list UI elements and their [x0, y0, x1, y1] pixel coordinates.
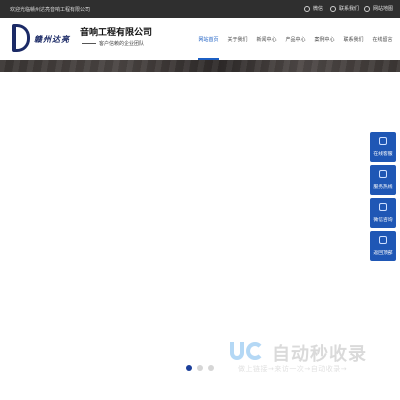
side-button-label: 在线客服 — [373, 152, 393, 157]
watermark: 自动秒收录 做上链接→来访一次→自动收录→ — [228, 340, 398, 380]
site-header: 赣州达亮 音响工程有限公司 客户信赖的企业团队 网站首页 关于我们 新闻中心 产… — [0, 18, 400, 60]
floating-side-panel: 在线客服 服务热线 微信咨询 返回顶部 — [370, 132, 396, 261]
main-nav: 网站首页 关于我们 新闻中心 产品中心 案例中心 联系我们 在线留言 — [194, 18, 397, 60]
phone-icon — [379, 170, 387, 178]
top-bar: 欢迎光临赣州达亮音响工程有限公司 微信 联系我们 网站地图 — [0, 0, 400, 18]
topbar-link-wechat[interactable]: 微信 — [304, 5, 323, 12]
slogan-divider — [82, 43, 96, 44]
slogan: 客户信赖的企业团队 — [99, 41, 145, 47]
phone-icon — [330, 5, 336, 12]
company-name: 音响工程有限公司 — [80, 28, 153, 38]
slider-dot[interactable] — [208, 365, 214, 371]
side-button-hotline[interactable]: 服务热线 — [370, 165, 396, 195]
side-button-back-to-top[interactable]: 返回顶部 — [370, 231, 396, 261]
topbar-link-label: 联系我们 — [339, 6, 360, 12]
slider-dot[interactable] — [197, 365, 203, 371]
nav-item-news[interactable]: 新闻中心 — [252, 18, 281, 60]
nav-item-contact[interactable]: 联系我们 — [339, 18, 368, 60]
topbar-link-label: 网站地图 — [373, 6, 394, 12]
welcome-text: 欢迎光临赣州达亮音响工程有限公司 — [10, 7, 91, 13]
watermark-title: 自动秒收录 — [272, 344, 367, 365]
wechat-icon — [379, 203, 387, 211]
side-button-wechat[interactable]: 微信咨询 — [370, 198, 396, 228]
nav-item-products[interactable]: 产品中心 — [281, 18, 310, 60]
nav-item-message[interactable]: 在线留言 — [368, 18, 397, 60]
watermark-logo — [228, 340, 268, 364]
watermark-subtitle: 做上链接→来访一次→自动收录→ — [238, 365, 348, 373]
side-button-label: 返回顶部 — [373, 251, 393, 256]
topbar-link-contact[interactable]: 联系我们 — [330, 5, 359, 12]
banner-image — [0, 60, 400, 72]
slider-dots — [186, 365, 214, 371]
nav-item-about[interactable]: 关于我们 — [223, 18, 252, 60]
nav-item-home[interactable]: 网站首页 — [194, 18, 223, 60]
arrow-up-icon — [379, 236, 387, 244]
site-logo[interactable]: 赣州达亮 — [12, 24, 72, 54]
topbar-link-sitemap[interactable]: 网站地图 — [364, 5, 393, 12]
side-button-online-service[interactable]: 在线客服 — [370, 132, 396, 162]
nav-item-cases[interactable]: 案例中心 — [310, 18, 339, 60]
logo-d-mark — [12, 24, 30, 52]
slider-dot[interactable] — [186, 365, 192, 371]
topbar-link-label: 微信 — [313, 6, 324, 12]
wechat-icon — [304, 5, 310, 12]
logo-text: 赣州达亮 — [34, 34, 70, 44]
chat-icon — [379, 137, 387, 145]
side-button-label: 服务热线 — [373, 185, 393, 190]
side-button-label: 微信咨询 — [373, 218, 393, 223]
sitemap-icon — [364, 5, 370, 12]
